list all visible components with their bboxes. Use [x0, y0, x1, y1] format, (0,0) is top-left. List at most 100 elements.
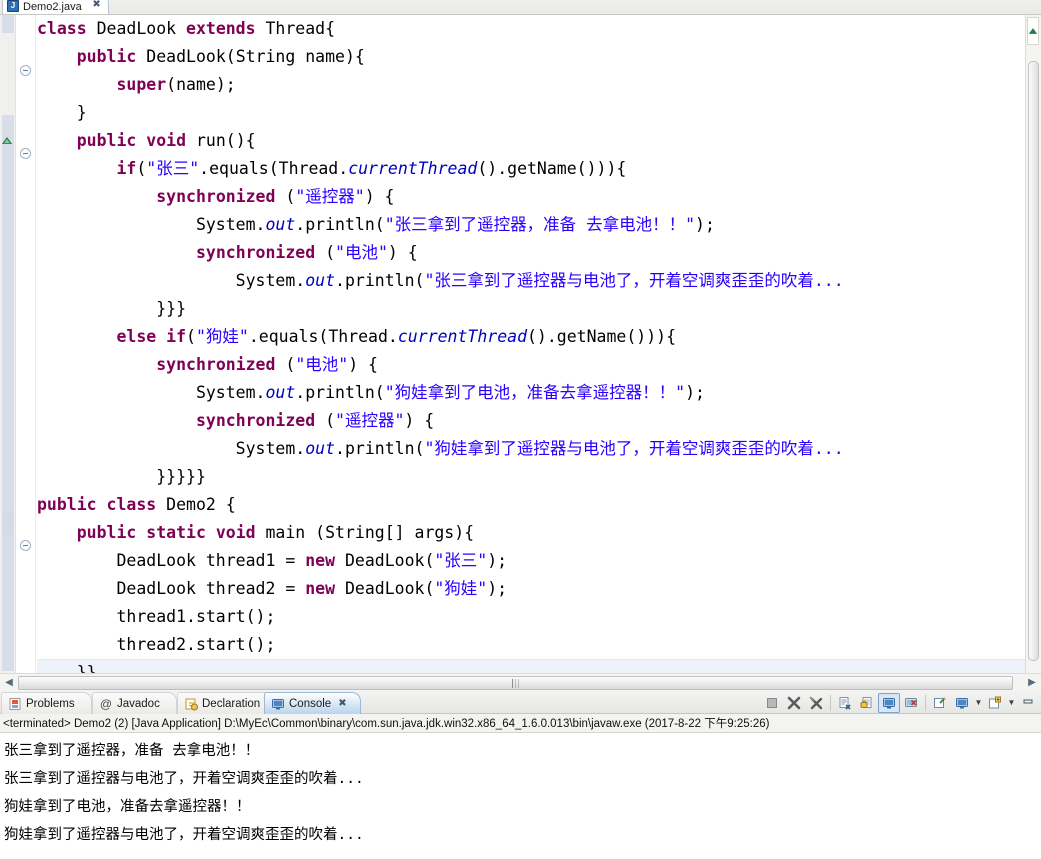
tab-problems[interactable]: Problems — [1, 692, 92, 714]
code-token: }}}}} — [37, 467, 206, 486]
code-token: ) { — [404, 411, 435, 430]
code-line: System.out.println("张三拿到了遥控器与电池了，开着空调爽歪歪… — [37, 267, 1025, 295]
scroll-left-arrow-icon[interactable]: ◀ — [3, 677, 15, 689]
horizontal-scroll-thumb[interactable] — [18, 676, 1013, 690]
remove-launch-button[interactable] — [783, 693, 805, 713]
vertical-scroll-thumb[interactable] — [1028, 61, 1039, 661]
code-token: .println( — [335, 271, 425, 290]
open-console-button[interactable] — [984, 693, 1006, 713]
fold-marker[interactable] — [20, 540, 31, 551]
tab-javadoc[interactable]: @ Javadoc — [92, 692, 177, 714]
code-token: .println( — [295, 383, 385, 402]
tab-declaration-label: Declaration — [202, 697, 261, 710]
code-token: main (String[] args){ — [265, 523, 475, 542]
code-token: else if — [116, 327, 187, 346]
code-line: }}} — [37, 295, 1025, 323]
console-icon — [271, 697, 285, 711]
show-console-on-error-button[interactable] — [900, 693, 922, 713]
overridden-method-icon — [1, 133, 13, 144]
code-token: ().getName())){ — [477, 159, 627, 178]
javadoc-icon: @ — [99, 696, 113, 711]
terminate-button[interactable] — [761, 693, 783, 713]
chevron-down-icon[interactable]: ▼ — [1006, 693, 1017, 713]
view-tab-bar: Problems @ Javadoc Declaration Console ✖… — [0, 691, 1041, 714]
code-token: synchronized — [156, 187, 276, 206]
ruler-highlight — [2, 115, 14, 535]
code-token: new — [305, 551, 345, 570]
code-token: ( — [275, 355, 296, 374]
code-token: out — [265, 383, 296, 402]
show-console-on-output-button[interactable] — [878, 692, 900, 713]
code-token: ); — [487, 579, 508, 598]
code-line: synchronized ("电池") { — [37, 239, 1025, 267]
tab-console[interactable]: Console ✖ — [264, 692, 361, 714]
minimize-button[interactable] — [1017, 693, 1039, 713]
code-token: thread2.start(); — [37, 635, 276, 654]
code-token: ) { — [348, 355, 378, 374]
remove-all-terminated-button[interactable] — [805, 693, 827, 713]
chevron-down-icon[interactable]: ▼ — [973, 693, 984, 713]
code-token: Thread{ — [265, 19, 336, 38]
code-token: "狗娃拿到了遥控器与电池了，开着空调爽歪歪的吹着... — [424, 439, 844, 458]
code-token: DeadLook — [96, 19, 187, 38]
code-line: thread1.start(); — [37, 603, 1025, 631]
code-token: ( — [315, 411, 336, 430]
code-token: "电池" — [335, 243, 388, 262]
ruler-highlight — [2, 511, 14, 671]
pin-console-button[interactable] — [929, 693, 951, 713]
code-line: }}}}} — [37, 463, 1025, 491]
console-process-line: <terminated> Demo2 (2) [Java Application… — [0, 714, 1041, 733]
code-text-area[interactable]: class DeadLook extends Thread{ public De… — [37, 15, 1025, 674]
code-line: System.out.println("张三拿到了遥控器，准备 去拿电池！！")… — [37, 211, 1025, 239]
editor-horizontal-scrollbar[interactable]: ◀ ▶ — [0, 673, 1041, 691]
code-token: "张三" — [146, 159, 200, 178]
tab-problems-label: Problems — [26, 697, 75, 710]
tab-javadoc-label: Javadoc — [117, 697, 160, 710]
code-token: DeadLook( — [344, 579, 435, 598]
code-line: DeadLook thread2 = new DeadLook("狗娃"); — [37, 575, 1025, 603]
close-icon[interactable]: ✖ — [338, 698, 346, 709]
code-token: DeadLook( — [344, 551, 435, 570]
code-token: System. — [37, 271, 306, 290]
tab-declaration[interactable]: Declaration — [177, 692, 277, 714]
code-token: "电池" — [295, 355, 349, 374]
fold-marker[interactable] — [20, 65, 31, 76]
scroll-right-arrow-icon[interactable]: ▶ — [1026, 677, 1038, 689]
close-icon[interactable]: ✖ — [92, 0, 100, 10]
code-token: out — [265, 215, 296, 234]
clear-console-button[interactable] — [834, 693, 856, 713]
fold-marker[interactable] — [20, 148, 31, 159]
console-output[interactable]: 张三拿到了遥控器，准备 去拿电池！！ 张三拿到了遥控器与电池了，开着空调爽歪歪的吹… — [0, 733, 1041, 859]
annotation-ruler[interactable] — [0, 15, 16, 674]
code-token: .println( — [295, 215, 385, 234]
code-token: ( — [136, 159, 147, 178]
code-token: "张三" — [434, 551, 488, 570]
code-token: "遥控器" — [335, 411, 405, 430]
code-token: "遥控器" — [295, 187, 365, 206]
editor-tab-label: Demo2.java — [23, 0, 82, 13]
console-output-line: 狗娃拿到了电池，准备去拿遥控器！！ — [4, 799, 251, 815]
console-view: Problems @ Javadoc Declaration Console ✖… — [0, 691, 1041, 859]
code-line: if("张三".equals(Thread.currentThread().ge… — [37, 155, 1025, 183]
code-token: "张三拿到了遥控器与电池了，开着空调爽歪歪的吹着... — [424, 271, 844, 290]
editor-tab-demo2-java[interactable]: J Demo2.java ✖ — [2, 0, 109, 14]
scroll-grip-icon — [511, 679, 520, 688]
code-token: if — [116, 159, 137, 178]
java-editor[interactable]: class DeadLook extends Thread{ public De… — [0, 14, 1041, 687]
code-token: thread1.start(); — [37, 607, 276, 626]
code-token: class — [37, 19, 97, 38]
code-token: public class — [37, 495, 167, 514]
code-token: public static void — [76, 523, 266, 542]
folding-column[interactable] — [16, 15, 36, 674]
scroll-lock-button[interactable] — [856, 693, 878, 713]
display-selected-console-button[interactable] — [951, 693, 973, 713]
code-line: thread2.start(); — [37, 631, 1025, 659]
overview-ruler-marker[interactable] — [1027, 17, 1039, 45]
editor-vertical-scrollbar[interactable] — [1025, 15, 1041, 674]
